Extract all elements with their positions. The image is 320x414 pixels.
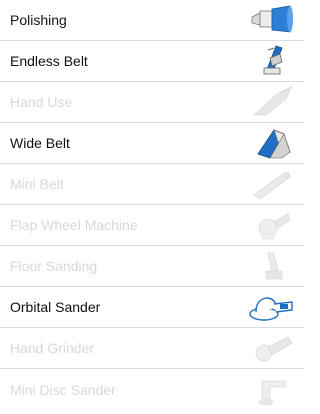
wide-belt-icon bbox=[246, 126, 296, 160]
hand-grinder-icon bbox=[246, 331, 296, 365]
list-item-label: Mini Belt bbox=[10, 176, 64, 192]
list-item-label: Flap Wheel Machine bbox=[10, 217, 138, 233]
list-item-endless-belt[interactable]: Endless Belt bbox=[0, 41, 304, 82]
list-item-label: Orbital Sander bbox=[10, 299, 101, 315]
list-item-mini-disc-sander[interactable]: Mini Disc Sander bbox=[0, 369, 304, 410]
list-item-label: Wide Belt bbox=[10, 135, 70, 151]
floor-sander-icon bbox=[246, 249, 296, 283]
list-item-flap-wheel-machine[interactable]: Flap Wheel Machine bbox=[0, 205, 304, 246]
list-item-label: Hand Use bbox=[10, 94, 73, 110]
list-item-label: Hand Grinder bbox=[10, 340, 95, 356]
list-item-label: Mini Disc Sander bbox=[10, 381, 116, 398]
list-item-label: Floor Sanding bbox=[10, 258, 98, 274]
list-item-hand-grinder[interactable]: Hand Grinder bbox=[0, 328, 304, 369]
category-list: Polishing Endless Belt Hand Use Wide Bel… bbox=[0, 0, 304, 414]
belt-tool-icon bbox=[246, 44, 296, 78]
polishing-wheel-icon bbox=[246, 3, 296, 37]
list-item-label: Polishing bbox=[10, 12, 67, 28]
list-item-wide-belt[interactable]: Wide Belt bbox=[0, 123, 304, 164]
hand-sanding-icon bbox=[246, 85, 296, 119]
list-item-label: Endless Belt bbox=[10, 53, 88, 69]
list-item-floor-sanding[interactable]: Floor Sanding bbox=[0, 246, 304, 287]
list-item-mini-belt[interactable]: Mini Belt bbox=[0, 164, 304, 205]
flap-wheel-icon bbox=[246, 208, 296, 242]
mini-belt-icon bbox=[246, 167, 296, 201]
list-item-hand-use[interactable]: Hand Use bbox=[0, 82, 304, 123]
list-item-polishing[interactable]: Polishing bbox=[0, 0, 304, 41]
mini-disc-sander-icon bbox=[246, 373, 296, 407]
list-item-orbital-sander[interactable]: Orbital Sander bbox=[0, 287, 304, 328]
orbital-sander-icon bbox=[246, 290, 296, 324]
